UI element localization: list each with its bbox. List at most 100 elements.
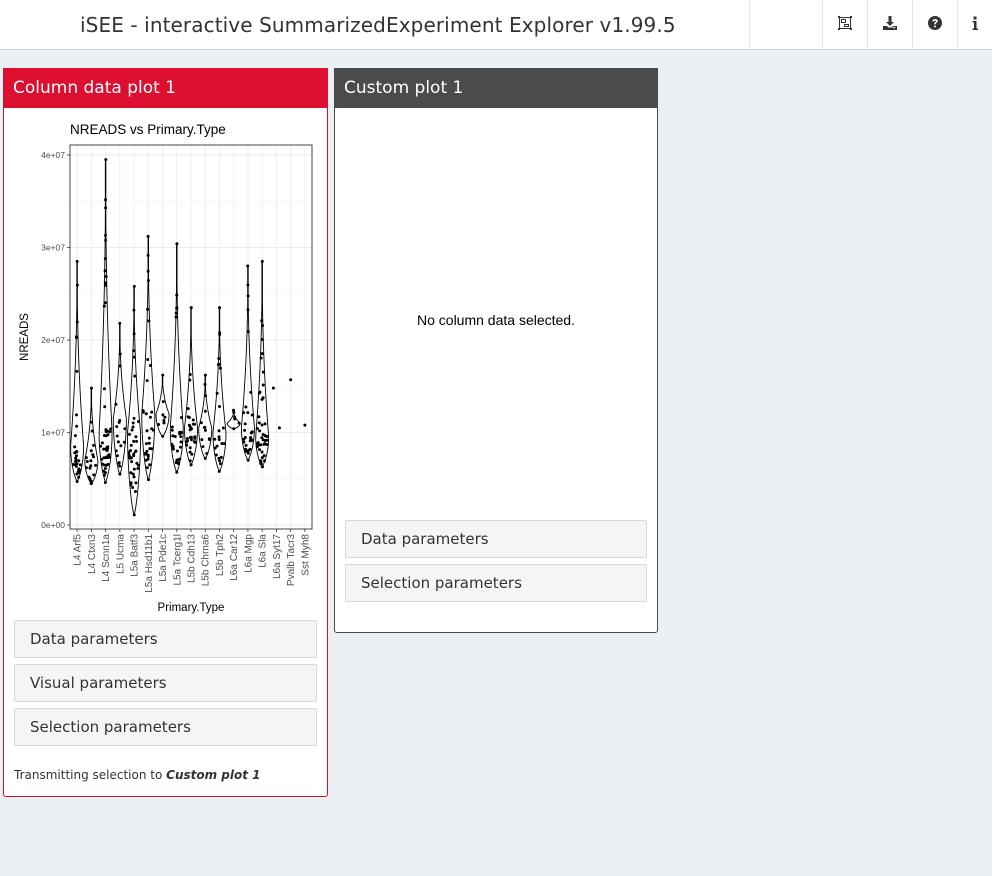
data-point (132, 349, 136, 353)
selection-parameters-toggle[interactable]: Selection parameters (14, 708, 317, 746)
data-point (248, 447, 252, 451)
data-point (146, 234, 150, 238)
data-point (203, 428, 207, 432)
data-point (246, 308, 250, 312)
data-point (174, 311, 178, 315)
data-point (103, 405, 107, 409)
x-tick-label: L5a Pde1c (158, 534, 169, 582)
data-point (131, 421, 135, 425)
data-point (262, 454, 266, 458)
data-point (77, 475, 81, 479)
data-point (218, 405, 222, 409)
data-point (144, 442, 148, 446)
x-axis-title: Primary.Type (158, 602, 225, 614)
x-tick-label: L6a Sla (258, 534, 269, 568)
data-point (109, 427, 113, 431)
data-point (258, 429, 262, 433)
data-point (102, 304, 106, 308)
data-point (163, 415, 167, 419)
violin-chart[interactable]: 0e+00 1e+07 2e+07 3e+07 4e+07 L4 Arf5 L4 Ctxn3… (14, 119, 319, 619)
data-point (221, 426, 225, 430)
data-point (170, 428, 174, 432)
data-point (132, 284, 136, 288)
data-point (217, 438, 221, 442)
data-point (132, 308, 136, 312)
data-point (244, 449, 248, 453)
violin-group (289, 378, 293, 382)
data-point (178, 457, 182, 461)
app-title: iSEE - interactive SummarizedExperiment … (80, 13, 676, 37)
selection-parameters-toggle[interactable]: Selection parameters (345, 564, 647, 602)
data-point (100, 441, 104, 445)
x-tick-label: L5a Hsd11b1 (144, 534, 155, 593)
data-point (114, 402, 118, 406)
visual-parameters-toggle[interactable]: Visual parameters (14, 664, 317, 702)
data-point (106, 462, 110, 466)
data-point (261, 396, 265, 400)
data-point (189, 463, 193, 467)
data-parameters-toggle[interactable]: Data parameters (14, 620, 317, 658)
x-tick-label: L5b Cdh13 (187, 534, 198, 583)
data-point (188, 459, 192, 463)
data-point (193, 440, 197, 444)
data-point (189, 438, 193, 442)
data-point (103, 269, 107, 273)
data-point (129, 443, 133, 447)
data-point (192, 422, 196, 426)
x-tick-label: L4 Arf5 (73, 534, 84, 566)
data-point (129, 456, 133, 460)
data-point (133, 374, 137, 378)
data-point (213, 437, 217, 441)
data-point (144, 412, 148, 416)
data-point (188, 446, 192, 450)
organize-panels-button[interactable] (822, 0, 867, 50)
data-point (244, 443, 248, 447)
data-point (118, 352, 122, 356)
data-point (89, 386, 93, 390)
data-point (147, 319, 151, 323)
data-point (89, 481, 93, 485)
data-point (146, 254, 150, 258)
about-button[interactable] (957, 0, 992, 50)
data-point (134, 449, 138, 453)
data-point (175, 293, 179, 297)
data-point (146, 357, 150, 361)
data-point (104, 428, 108, 432)
data-point (218, 331, 222, 335)
data-point (132, 439, 136, 443)
data-point (263, 422, 267, 426)
data-point (104, 238, 108, 242)
x-tick-label: L5a Batf3 (130, 534, 141, 577)
data-point (131, 485, 135, 489)
data-point (189, 306, 193, 310)
data-point (260, 465, 264, 469)
data-point (179, 440, 183, 444)
data-point (146, 453, 150, 457)
data-point (170, 425, 174, 429)
data-point (134, 435, 138, 439)
data-point (246, 264, 250, 268)
data-point (129, 481, 133, 485)
data-point (265, 434, 269, 438)
app-header: iSEE - interactive SummarizedExperiment … (0, 0, 992, 50)
data-point (75, 424, 79, 428)
data-point (263, 442, 267, 446)
help-button[interactable] (912, 0, 957, 50)
data-parameters-toggle[interactable]: Data parameters (345, 520, 647, 558)
data-point (242, 440, 246, 444)
data-point (260, 450, 264, 454)
y-tick-label: 3e+07 (41, 243, 65, 253)
export-button[interactable] (867, 0, 912, 50)
data-point (205, 451, 209, 455)
data-point (145, 379, 149, 383)
data-point (94, 463, 98, 467)
data-point (77, 467, 81, 471)
data-point (257, 415, 261, 419)
data-point (135, 439, 139, 443)
data-point (188, 450, 192, 454)
data-point (102, 473, 106, 477)
data-point (73, 434, 77, 438)
data-point (77, 459, 81, 463)
data-point (104, 206, 108, 210)
data-point (161, 434, 165, 438)
